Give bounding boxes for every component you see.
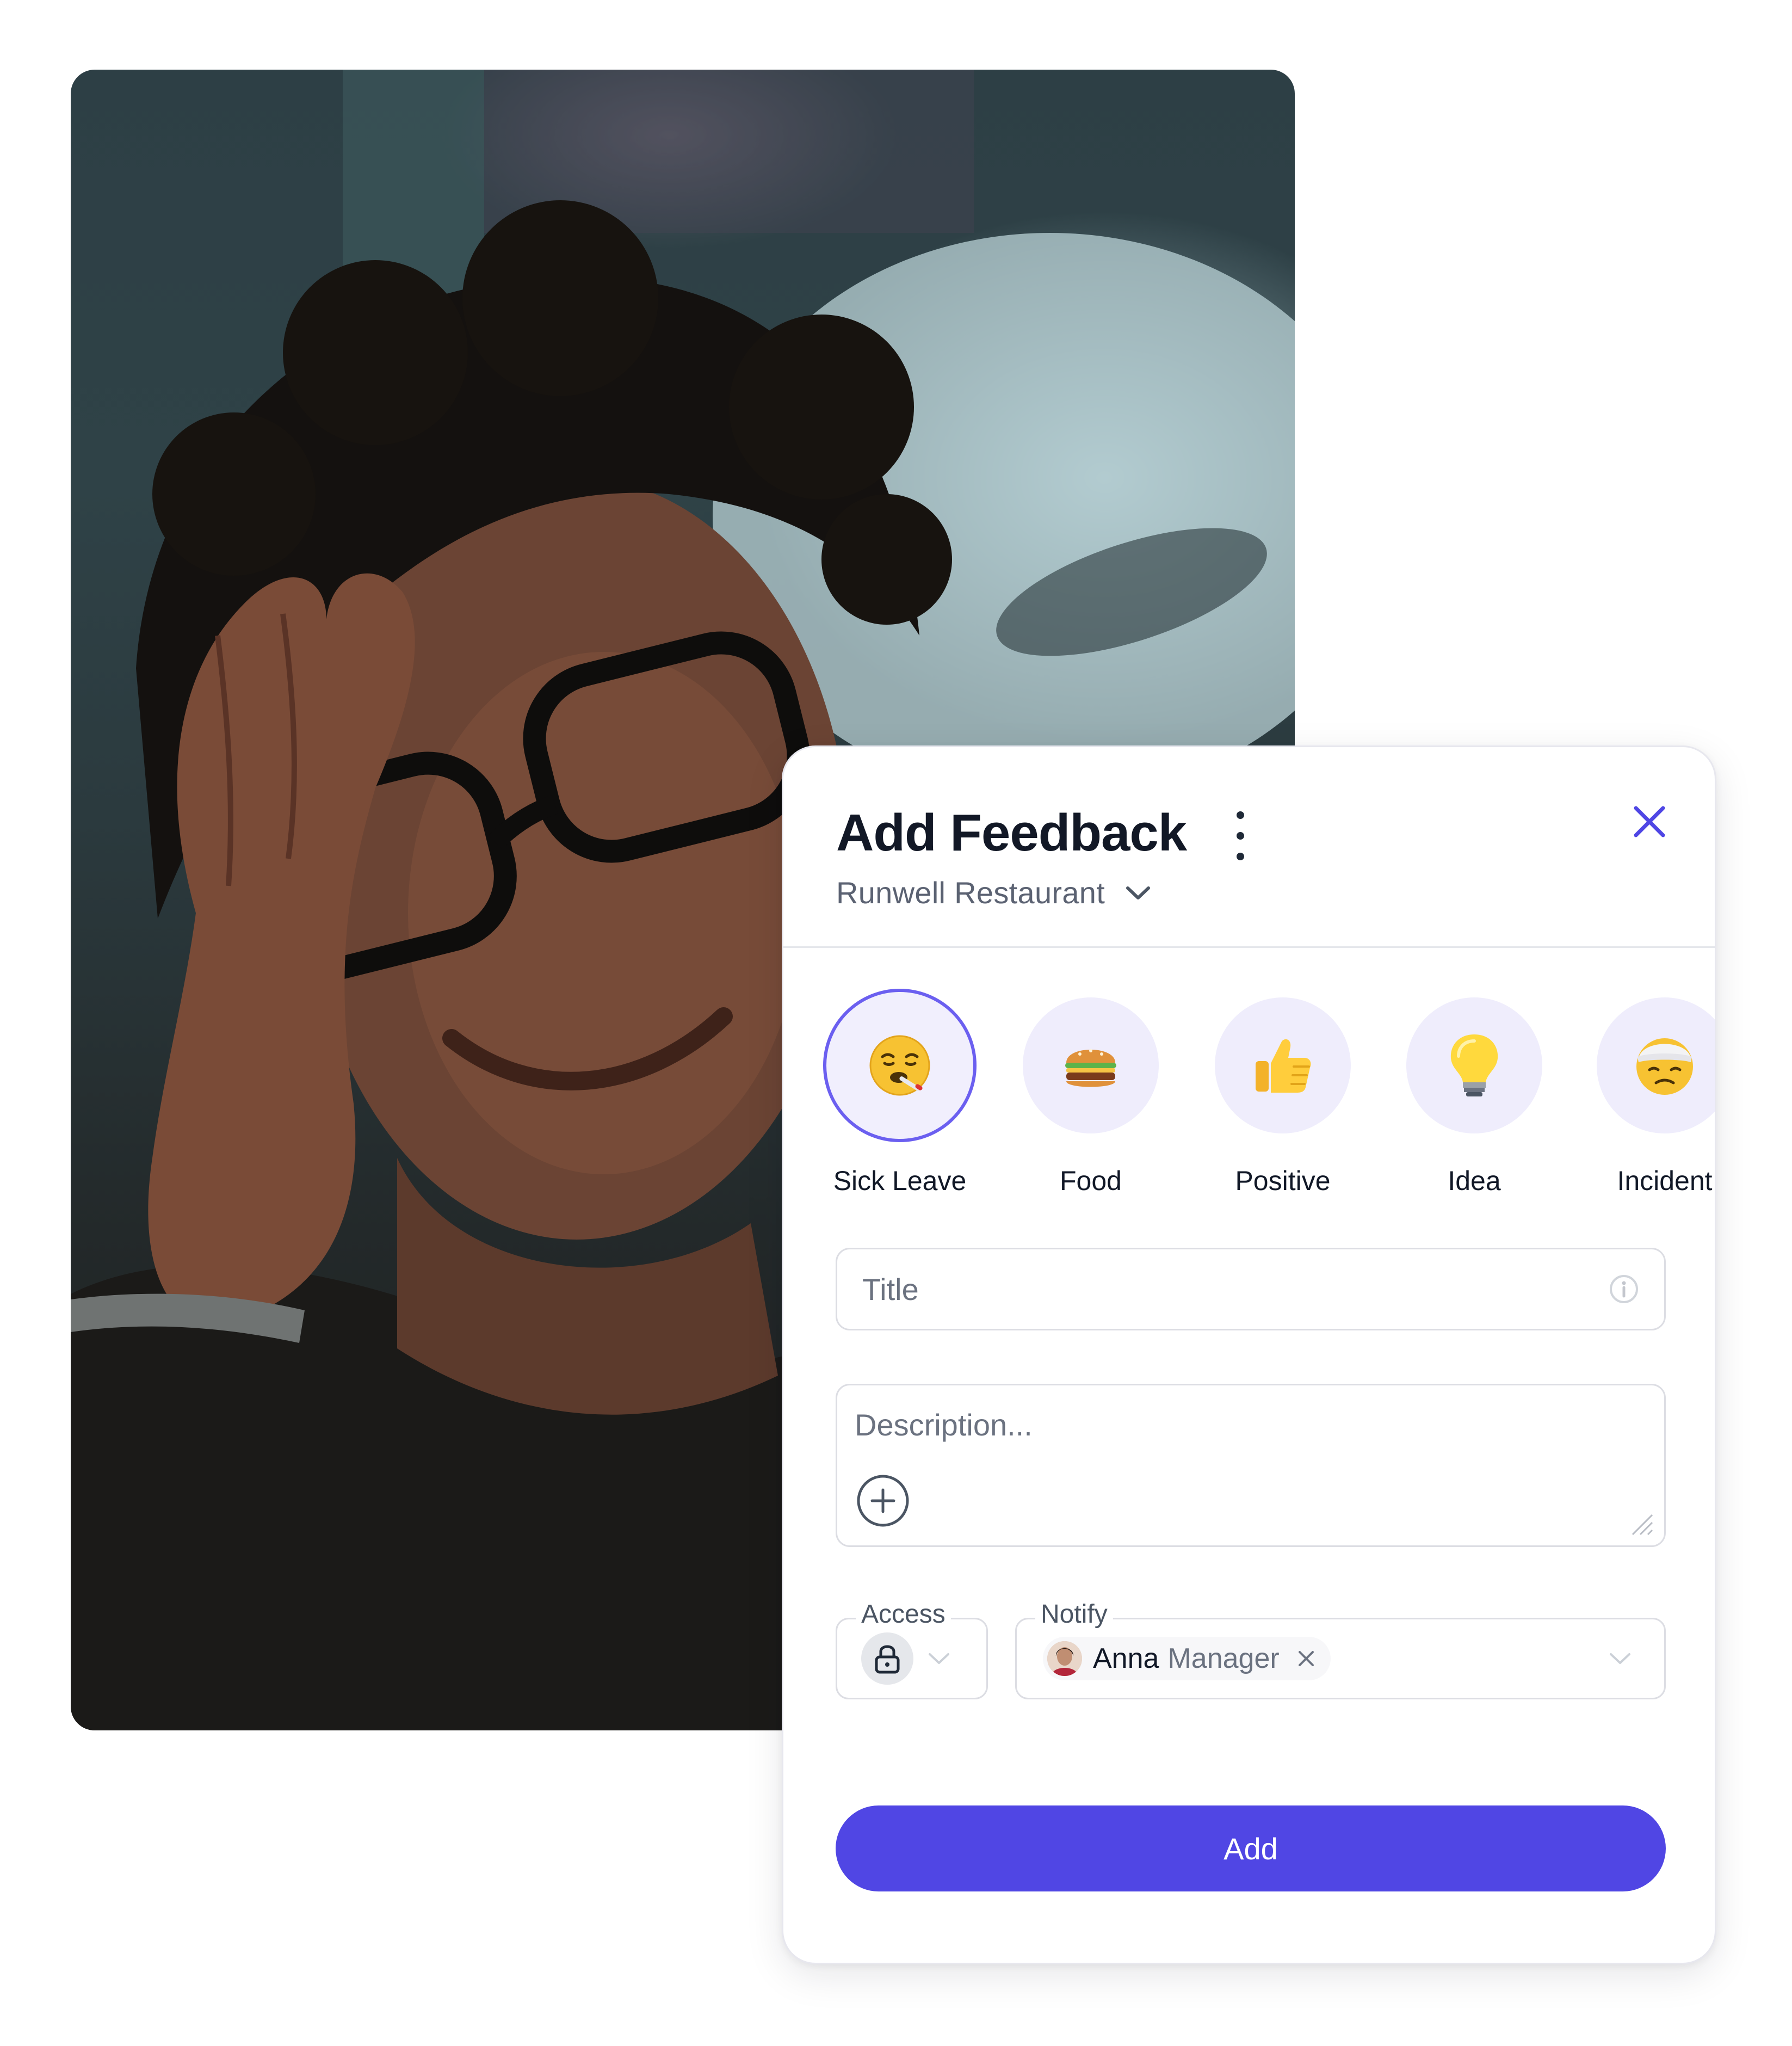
recipient-chip: Anna Manager xyxy=(1043,1637,1331,1680)
more-options-icon[interactable] xyxy=(1229,811,1251,860)
description-placeholder: Description... xyxy=(855,1408,1033,1442)
remove-recipient-icon[interactable] xyxy=(1297,1649,1315,1668)
location-label: Runwell Restaurant xyxy=(836,876,1105,910)
category-label: Sick Leave xyxy=(833,1166,967,1196)
category-label: Idea xyxy=(1448,1166,1501,1196)
recipient-role: Manager xyxy=(1167,1643,1280,1674)
avatar xyxy=(1047,1641,1082,1676)
notify-label: Notify xyxy=(1035,1599,1113,1630)
category-label: Positive xyxy=(1235,1166,1331,1196)
chevron-down-icon xyxy=(1610,1653,1630,1664)
sick-face-icon xyxy=(869,1035,930,1096)
dialog-title: Add Feedback xyxy=(836,804,1187,862)
add-feedback-dialog: Add Feedback Runwell Restaurant Sick Lea… xyxy=(782,745,1716,1964)
category-idea[interactable]: Idea xyxy=(1393,997,1556,1197)
notify-select[interactable]: Notify Anna Manager xyxy=(1015,1599,1666,1699)
location-selector[interactable]: Runwell Restaurant xyxy=(836,875,1151,910)
resize-handle-icon[interactable] xyxy=(1627,1509,1654,1537)
close-icon[interactable] xyxy=(1630,803,1669,841)
thumbs-up-icon xyxy=(1256,1039,1311,1093)
category-food[interactable]: Food xyxy=(1009,997,1172,1197)
chevron-down-icon xyxy=(929,1653,949,1664)
lock-icon xyxy=(875,1645,900,1674)
category-label: Incident xyxy=(1617,1166,1713,1196)
chevron-down-icon xyxy=(1126,886,1151,899)
description-field[interactable]: Description... xyxy=(836,1384,1666,1547)
bandaged-face-icon xyxy=(1636,1038,1693,1095)
title-placeholder: Title xyxy=(862,1272,919,1307)
category-sick-leave[interactable]: Sick Leave xyxy=(818,989,981,1197)
recipient-name: Anna xyxy=(1093,1643,1159,1674)
access-value xyxy=(861,1632,913,1685)
category-label: Food xyxy=(1060,1166,1122,1196)
category-picker: Sick Leave Food Positive Idea Incident xyxy=(783,989,1715,1226)
info-icon[interactable] xyxy=(1609,1274,1639,1304)
burger-icon xyxy=(1065,1049,1116,1087)
lightbulb-icon xyxy=(1450,1034,1498,1096)
category-positive[interactable]: Positive xyxy=(1201,997,1364,1197)
header-divider xyxy=(783,946,1715,948)
add-button[interactable]: Add xyxy=(836,1805,1666,1891)
category-incident[interactable]: Incident xyxy=(1583,997,1715,1197)
title-field[interactable]: Title xyxy=(836,1248,1666,1330)
access-label: Access xyxy=(856,1599,951,1630)
access-select[interactable]: Access xyxy=(836,1599,988,1699)
add-attachment-icon[interactable] xyxy=(856,1474,910,1528)
